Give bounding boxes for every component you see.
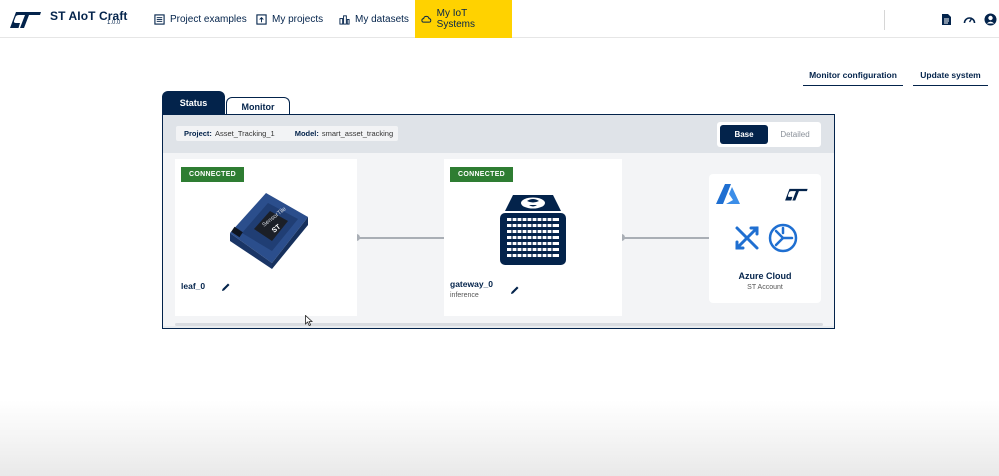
- top-navigation-bar: ST AIoT Craft 1.0.0 Project examples My …: [0, 0, 999, 38]
- nav-my-projects[interactable]: My projects: [250, 0, 329, 38]
- gateway-server-icon: [500, 195, 566, 265]
- mouse-cursor-icon: [305, 315, 313, 326]
- azure-logo-icon: [716, 184, 740, 204]
- tab-monitor[interactable]: Monitor: [226, 97, 290, 115]
- st-logo-icon: [785, 188, 808, 201]
- user-account-icon[interactable]: [984, 13, 997, 26]
- update-system-button[interactable]: Update system: [913, 70, 988, 86]
- gateway-node-role: inference: [450, 292, 479, 299]
- dashboard-gauge-icon[interactable]: [963, 13, 976, 26]
- event-grid-icon: [768, 223, 798, 253]
- toggle-detailed-button[interactable]: Detailed: [772, 125, 818, 144]
- project-info-chip: Project: Asset_Tracking_1 Model: smart_a…: [176, 126, 398, 141]
- tab-status[interactable]: Status: [162, 91, 225, 115]
- document-icon[interactable]: [940, 13, 953, 26]
- nav-label: My projects: [272, 13, 324, 25]
- cloud-node-title: Azure Cloud: [738, 271, 792, 281]
- list-icon: [154, 13, 165, 25]
- nav-project-examples[interactable]: Project examples: [148, 0, 253, 38]
- nav-label: Project examples: [170, 13, 247, 25]
- gateway-node-name: gateway_0: [450, 279, 493, 289]
- nav-my-datasets[interactable]: My datasets: [333, 0, 415, 38]
- cloud-node-card[interactable]: Azure Cloud ST Account: [709, 174, 821, 303]
- nav-label: My datasets: [355, 13, 409, 25]
- model-value: smart_asset_tracking: [321, 129, 394, 138]
- project-label: Project:: [184, 129, 212, 138]
- project-folder-icon: [256, 13, 267, 25]
- nav-label: My IoT Systems: [436, 8, 476, 30]
- app-version: 1.0.0: [107, 20, 121, 26]
- panel-header: Project: Asset_Tracking_1 Model: smart_a…: [163, 115, 834, 153]
- sensor-board-icon: SensorTile ST: [230, 193, 308, 269]
- connector-line-leaf-gateway: [359, 237, 444, 239]
- connector-line-gateway-cloud: [624, 237, 709, 239]
- cloud-node-subtitle: ST Account: [747, 284, 783, 291]
- status-badge: CONNECTED: [450, 167, 514, 182]
- nav-separator: [884, 10, 885, 30]
- cloud-icon: [421, 15, 432, 23]
- view-toggle: Base Detailed: [717, 122, 821, 147]
- leaf-node-name: leaf_0: [181, 281, 206, 291]
- panel-bottom-scrollbar[interactable]: [175, 323, 823, 326]
- iot-hub-icon: [735, 226, 759, 250]
- leaf-node-card[interactable]: CONNECTED SensorTile ST leaf_0: [175, 159, 357, 316]
- dataset-icon: [339, 14, 350, 25]
- nav-my-iot-systems[interactable]: My IoT Systems: [415, 0, 512, 38]
- edit-pencil-icon[interactable]: [221, 282, 231, 292]
- status-badge: CONNECTED: [181, 167, 245, 182]
- st-logo-icon[interactable]: [7, 8, 43, 30]
- edit-pencil-icon[interactable]: [510, 285, 520, 295]
- toggle-base-button[interactable]: Base: [720, 125, 768, 144]
- model-label: Model:: [294, 129, 319, 138]
- gateway-node-card[interactable]: CONNECTED gateway_0 inference: [444, 159, 622, 316]
- iot-system-panel: Project: Asset_Tracking_1 Model: smart_a…: [162, 114, 835, 329]
- monitor-configuration-button[interactable]: Monitor configuration: [803, 70, 903, 86]
- project-value: Asset_Tracking_1: [214, 129, 275, 138]
